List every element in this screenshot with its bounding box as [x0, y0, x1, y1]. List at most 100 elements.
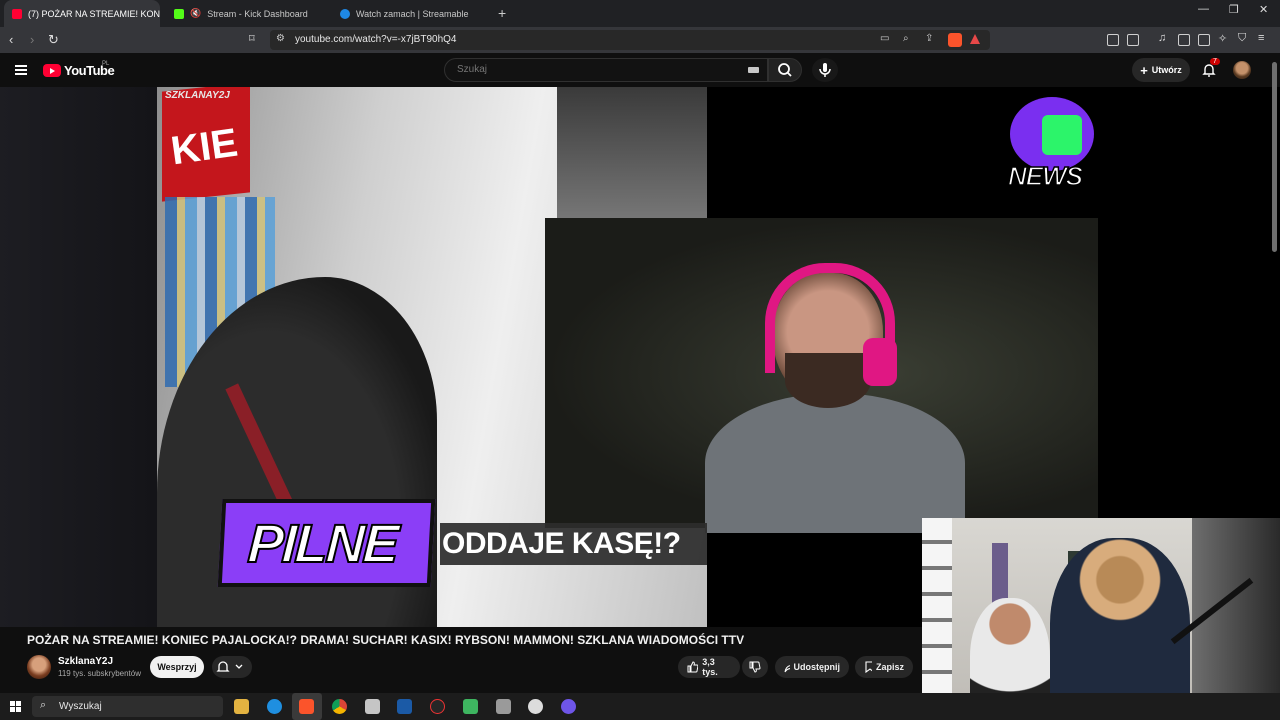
- news-ticker: ODDAJE KASĘ!?: [440, 523, 707, 565]
- screenshot-icon[interactable]: [1127, 34, 1139, 46]
- edge-icon[interactable]: [267, 699, 282, 714]
- logo-news-text: NEWS: [1007, 160, 1084, 192]
- save-button[interactable]: Zapisz: [855, 656, 913, 678]
- browser-nav-bar: ‹ › ↻ ⌑ ⚙ youtube.com/watch?v=-x7jBT90hQ…: [0, 27, 1280, 53]
- player-background: [0, 87, 157, 627]
- obs-icon[interactable]: [430, 699, 445, 714]
- restore-icon[interactable]: ❐: [1229, 3, 1239, 16]
- tab-label: Stream - Kick Dashboard: [207, 8, 308, 19]
- app-icon[interactable]: [365, 699, 380, 714]
- notepad-icon[interactable]: [528, 699, 543, 714]
- url-text[interactable]: youtube.com/watch?v=-x7jBT90hQ4: [295, 34, 456, 45]
- hamburger-menu-icon[interactable]: [15, 65, 27, 75]
- taskbar-search-icon: ⌕: [40, 699, 47, 711]
- extensions-icon[interactable]: [1107, 34, 1119, 46]
- minimize-icon[interactable]: —: [1198, 3, 1209, 15]
- subscription-bell-button[interactable]: [212, 656, 252, 678]
- webcam-poster: [992, 543, 1008, 603]
- streamer-torso: [705, 393, 965, 533]
- page-scrollbar[interactable]: [1272, 62, 1277, 252]
- site-settings-icon[interactable]: ⚙: [276, 33, 285, 44]
- search-box[interactable]: [444, 58, 768, 82]
- urgent-badge-text: PILNE: [245, 513, 399, 575]
- youtube-icon: [12, 8, 22, 19]
- chat-app-icon[interactable]: [463, 699, 478, 714]
- new-tab-icon[interactable]: +: [498, 5, 506, 21]
- mute-icon[interactable]: 🔇: [190, 8, 201, 19]
- headphone-earcup: [863, 338, 897, 386]
- tab-streamable[interactable]: Watch zamach | Streamable: [332, 0, 492, 27]
- share-button[interactable]: Udostępnij: [775, 656, 849, 678]
- window-close-icon[interactable]: ✕: [1259, 3, 1268, 16]
- channel-name[interactable]: SzklanaY2J: [58, 656, 113, 667]
- tab-label: Watch zamach | Streamable: [356, 8, 469, 19]
- keyboard-icon[interactable]: [748, 67, 759, 73]
- menu-icon[interactable]: ≡: [1258, 32, 1264, 44]
- brave-shields-icon[interactable]: [948, 33, 962, 47]
- support-button[interactable]: Wesprzyj: [150, 656, 204, 678]
- create-label: Utwórz: [1151, 65, 1182, 75]
- webcam-overlay: [922, 518, 1280, 720]
- zoom-icon[interactable]: ⌕: [903, 33, 909, 44]
- youtube-play-icon: [43, 64, 61, 77]
- watermark-text: SZKLANAY2J: [165, 90, 230, 101]
- windows-taskbar: ⌕ Wyszukaj: [0, 693, 1280, 720]
- notifications-button[interactable]: 7: [1200, 58, 1220, 79]
- like-button[interactable]: 3,3 tys.: [678, 656, 740, 678]
- sidebar-icon[interactable]: [1178, 34, 1190, 46]
- logo-k-mark: [1042, 115, 1082, 155]
- share-icon: [784, 665, 790, 673]
- ai-icon[interactable]: ✧: [1218, 32, 1227, 45]
- like-count: 3,3 tys.: [702, 657, 718, 677]
- streamable-icon: [340, 8, 350, 19]
- kick-icon: [174, 8, 184, 19]
- ticker-text: ODDAJE KASĘ!?: [442, 527, 681, 560]
- scene-ceiling: [557, 87, 707, 227]
- youtube-header: YouTube PL + Utwórz 7: [0, 53, 1280, 87]
- tool-app-icon[interactable]: [496, 699, 511, 714]
- channel-avatar[interactable]: [27, 655, 51, 679]
- cast-icon[interactable]: ▭: [880, 33, 889, 44]
- search-button[interactable]: [768, 58, 802, 82]
- browser-tab-bar: (7) POŻAR NA STREAMIE! KONIE ✕ 🔇 Stream …: [0, 0, 1280, 27]
- brave-rewards-icon[interactable]: [970, 34, 980, 44]
- account-avatar[interactable]: [1233, 61, 1251, 79]
- brave-icon[interactable]: [299, 699, 314, 714]
- reload-icon[interactable]: ↻: [48, 32, 59, 48]
- music-icon[interactable]: ♫: [1158, 32, 1166, 44]
- region-code: PL: [102, 61, 110, 67]
- bell-dropdown-icon: [216, 661, 243, 672]
- taskbar-search-placeholder: Wyszukaj: [59, 701, 102, 712]
- tab-kick[interactable]: 🔇 Stream - Kick Dashboard: [166, 0, 328, 27]
- file-explorer-icon[interactable]: [234, 699, 249, 714]
- tab-youtube[interactable]: (7) POŻAR NA STREAMIE! KONIE ✕: [4, 0, 160, 27]
- search-icon: [778, 63, 792, 77]
- video-title: POŻAR NA STREAMIE! KONIEC PAJALOCKA!? DR…: [27, 633, 745, 647]
- back-icon[interactable]: ‹: [9, 32, 13, 47]
- subscriber-count: 119 tys. subskrybentów: [58, 669, 142, 678]
- dislike-button[interactable]: [742, 656, 768, 678]
- steam-icon[interactable]: [397, 699, 412, 714]
- forward-icon[interactable]: ›: [30, 32, 34, 47]
- bookmark-save-icon: [865, 661, 872, 673]
- plus-icon: +: [1140, 62, 1148, 78]
- address-bar[interactable]: ⚙ youtube.com/watch?v=-x7jBT90hQ4 ▭ ⌕ ⇪: [270, 30, 990, 50]
- store-sign-text: KIE: [168, 120, 241, 174]
- wallet-icon[interactable]: [1198, 34, 1210, 46]
- windows-start-icon[interactable]: [10, 701, 21, 712]
- discord-icon[interactable]: [561, 699, 576, 714]
- bookmark-icon[interactable]: ⌑: [249, 32, 255, 45]
- taskbar-search[interactable]: ⌕ Wyszukaj: [32, 696, 223, 717]
- webcam-shelf: [922, 518, 952, 720]
- vpn-icon[interactable]: ⛉: [1238, 32, 1246, 45]
- share-page-icon[interactable]: ⇪: [925, 33, 933, 44]
- chrome-icon[interactable]: [332, 699, 347, 714]
- voice-search-button[interactable]: [812, 58, 838, 82]
- search-input[interactable]: [455, 63, 739, 76]
- thumbs-up-icon: [687, 661, 699, 673]
- save-label: Zapisz: [875, 662, 904, 672]
- tab-label: (7) POŻAR NA STREAMIE! KONIE: [28, 8, 160, 19]
- share-label: Udostępnij: [793, 662, 841, 672]
- create-button[interactable]: + Utwórz: [1132, 58, 1190, 82]
- thumbs-down-icon: [749, 661, 761, 673]
